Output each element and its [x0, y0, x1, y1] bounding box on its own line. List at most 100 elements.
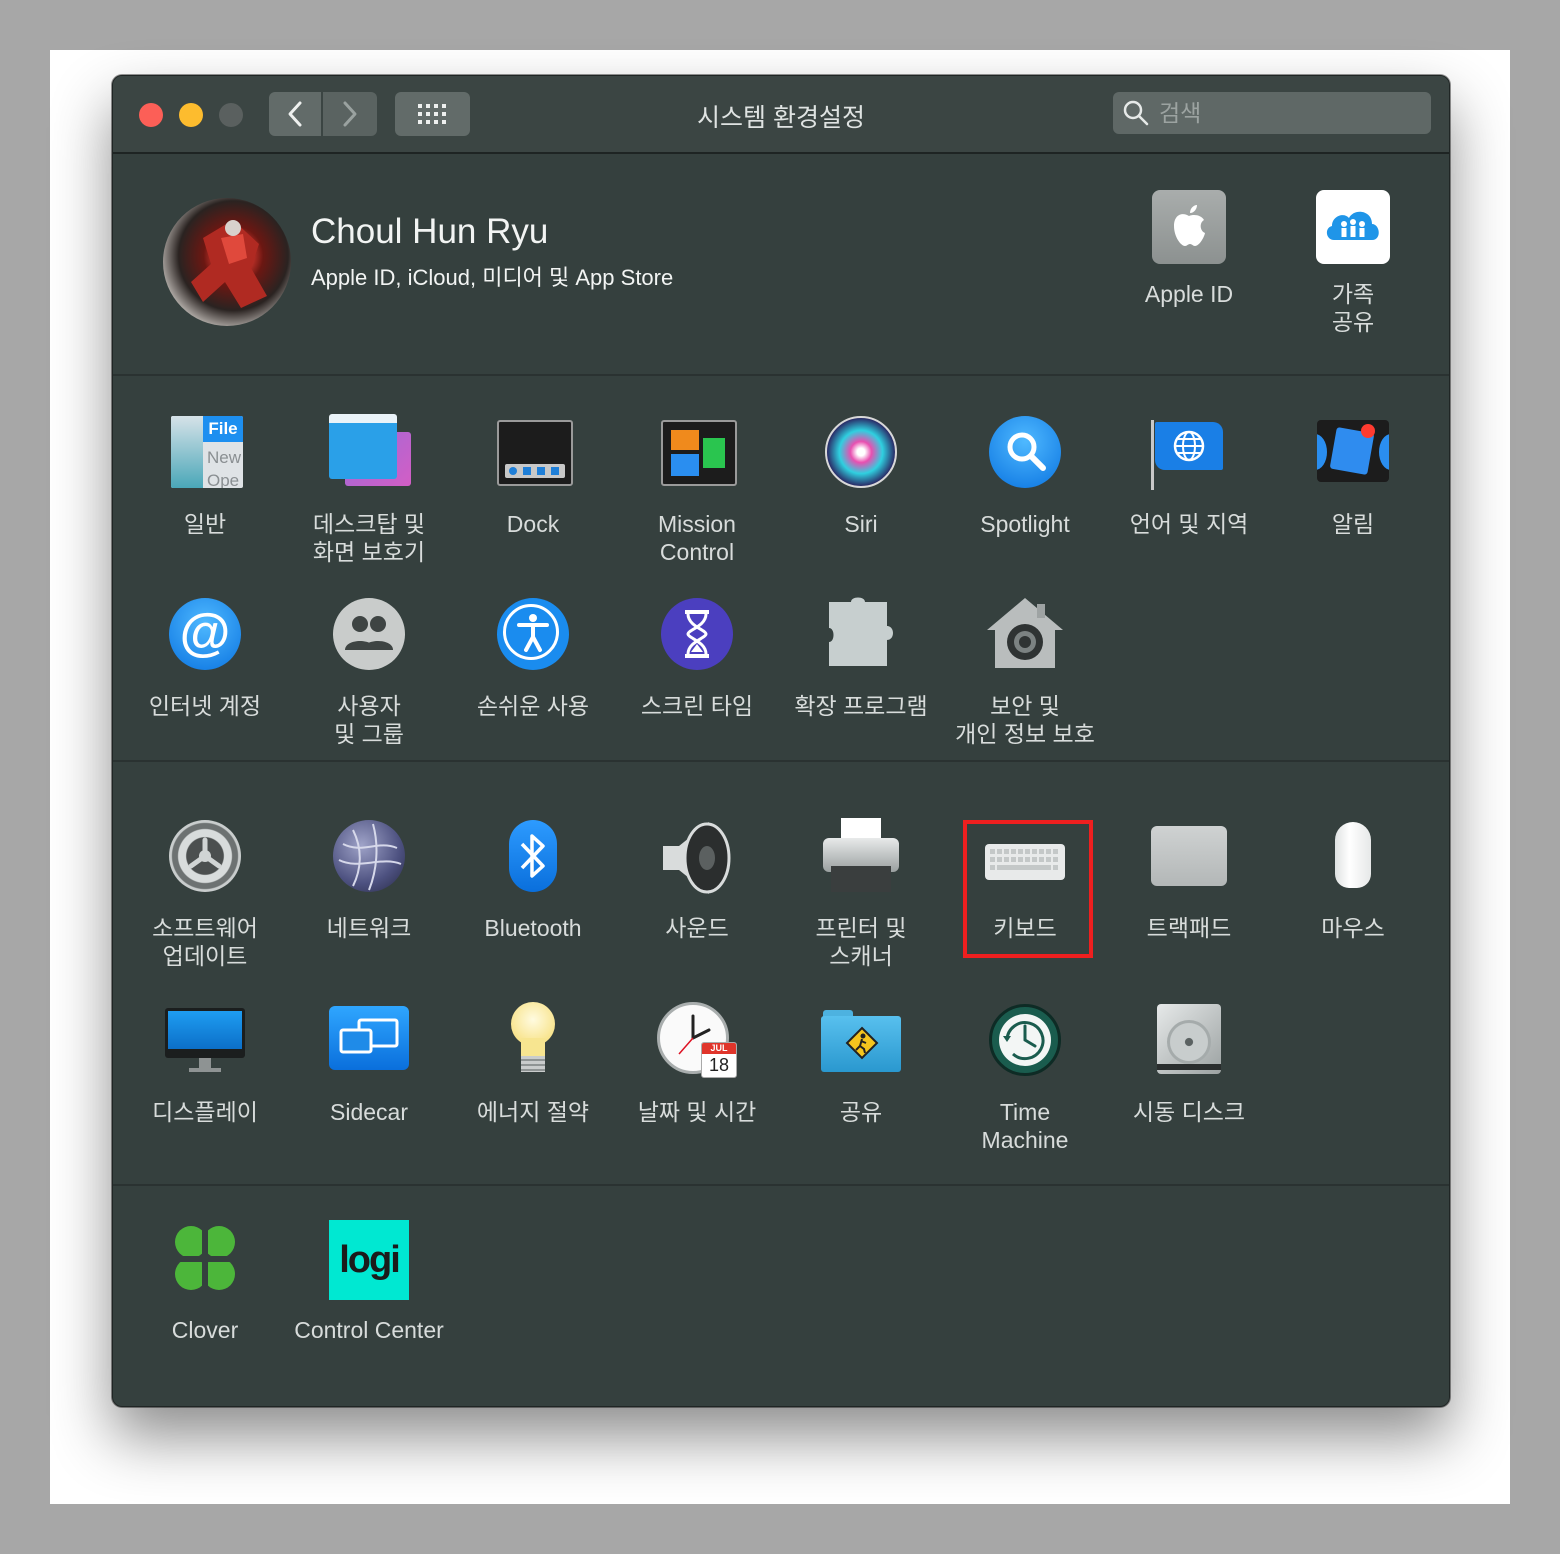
pane-label: 언어 및 지역 — [1129, 511, 1249, 537]
sidecar-icon — [329, 1002, 409, 1082]
keyboard-highlight-box — [963, 820, 1093, 958]
pane-label: Mission Control — [658, 511, 736, 565]
pane-label: Spotlight — [980, 511, 1070, 537]
pane-label: 에너지 절약 — [476, 1099, 590, 1125]
display-icon — [165, 1002, 245, 1082]
desktop-screensaver-icon — [329, 414, 411, 494]
pane-label: 손쉬운 사용 — [476, 693, 590, 719]
users-icon — [329, 596, 409, 676]
puzzle-piece-icon — [821, 596, 901, 676]
user-name: Choul Hun Ryu — [311, 212, 549, 251]
pane-dock[interactable]: Dock — [451, 414, 615, 538]
search-field[interactable] — [1113, 92, 1431, 134]
pane-label: 인터넷 계정 — [148, 693, 262, 719]
house-lock-icon — [985, 596, 1065, 676]
pane-internet-accounts[interactable]: @ 인터넷 계정 — [123, 596, 287, 720]
avatar-figure-icon — [191, 220, 267, 308]
spotlight-icon — [985, 414, 1065, 494]
pane-label: 사운드 — [665, 915, 729, 941]
pane-label: Apple ID — [1144, 281, 1234, 307]
hard-drive-icon — [1149, 1002, 1229, 1082]
gear-icon — [165, 818, 245, 898]
pane-apple-id[interactable]: Apple ID — [1107, 190, 1271, 308]
pane-screen-time[interactable]: 스크린 타임 — [615, 596, 779, 720]
pane-label: 시동 디스크 — [1132, 1099, 1246, 1125]
pane-startup-disk[interactable]: 시동 디스크 — [1107, 1002, 1271, 1126]
pane-trackpad[interactable]: 트랙패드 — [1107, 818, 1271, 942]
pane-family-sharing[interactable]: 가족 공유 — [1271, 190, 1435, 336]
user-subtitle: Apple ID, iCloud, 미디어 및 App Store — [311, 265, 674, 290]
pane-security-privacy[interactable]: 보안 및 개인 정보 보호 — [943, 596, 1107, 748]
trackpad-icon — [1149, 818, 1229, 898]
title-bar: 시스템 환경설정 — [113, 76, 1449, 154]
pane-siri[interactable]: Siri — [779, 414, 943, 538]
pane-extensions[interactable]: 확장 프로그램 — [779, 596, 943, 720]
section-divider — [113, 1184, 1449, 1186]
clock-calendar-icon: JUL 18 — [657, 1002, 737, 1082]
at-sign-icon: @ — [165, 596, 245, 676]
pane-label: Dock — [506, 511, 560, 537]
family-sharing-icon — [1316, 190, 1390, 264]
mouse-icon — [1313, 818, 1393, 898]
calendar-month: JUL — [702, 1043, 736, 1054]
pane-mission-control[interactable]: Mission Control — [615, 414, 779, 566]
pane-mouse[interactable]: 마우스 — [1271, 818, 1435, 942]
pane-printers-scanners[interactable]: 프린터 및 스캐너 — [779, 818, 943, 970]
pane-spotlight[interactable]: Spotlight — [943, 414, 1107, 538]
search-input[interactable] — [1157, 95, 1421, 131]
pane-label: 알림 — [1331, 511, 1375, 537]
account-section: Choul Hun Ryu Apple ID, iCloud, 미디어 및 Ap… — [113, 154, 1449, 376]
pane-label: Control Center — [294, 1317, 444, 1343]
bluetooth-icon — [493, 818, 573, 898]
pane-bluetooth[interactable]: Bluetooth — [451, 818, 615, 942]
pane-label: Clover — [171, 1317, 239, 1343]
pane-label: 확장 프로그램 — [794, 693, 928, 719]
pane-sharing[interactable]: 공유 — [779, 1002, 943, 1126]
pane-notifications[interactable]: 알림 — [1271, 414, 1435, 538]
pane-energy-saver[interactable]: 에너지 절약 — [451, 1002, 615, 1126]
mission-control-icon — [657, 414, 737, 494]
pane-label: 공유 — [839, 1099, 883, 1125]
lightbulb-icon — [493, 1002, 573, 1082]
pane-users-groups[interactable]: 사용자 및 그룹 — [287, 596, 451, 748]
logi-logo-icon: logi — [329, 1220, 409, 1300]
pane-label: 스크린 타임 — [640, 693, 754, 719]
file-menu-label: File — [203, 416, 243, 442]
pane-date-time[interactable]: JUL 18 날짜 및 시간 — [615, 1002, 779, 1126]
pane-label: 프린터 및 스캐너 — [815, 915, 907, 969]
pane-time-machine[interactable]: Time Machine — [943, 1002, 1107, 1154]
search-icon — [1123, 100, 1149, 126]
pane-label: Bluetooth — [484, 915, 582, 941]
printer-icon — [821, 818, 901, 898]
pane-label: 날짜 및 시간 — [637, 1099, 757, 1125]
calendar-day: 18 — [708, 1055, 730, 1075]
apple-logo-icon — [1152, 190, 1226, 264]
pane-language-region[interactable]: 언어 및 지역 — [1107, 414, 1271, 538]
pane-network[interactable]: 네트워크 — [287, 818, 451, 942]
pane-displays[interactable]: 디스플레이 — [123, 1002, 287, 1126]
pane-general[interactable]: File New Ope 일반 — [123, 414, 287, 538]
time-machine-icon — [985, 1002, 1065, 1082]
pane-label: 보안 및 개인 정보 보호 — [955, 693, 1095, 747]
network-globe-icon — [329, 818, 409, 898]
pane-sound[interactable]: 사운드 — [615, 818, 779, 942]
new-menu-label: New — [207, 448, 242, 467]
pane-sidecar[interactable]: Sidecar — [287, 1002, 451, 1126]
pane-label: 일반 — [183, 511, 227, 537]
pane-desktop-screensaver[interactable]: 데스크탑 및 화면 보호기 — [287, 414, 451, 566]
pane-label: 네트워크 — [326, 915, 412, 941]
pane-accessibility[interactable]: 손쉬운 사용 — [451, 596, 615, 720]
pane-software-update[interactable]: 소프트웨어 업데이트 — [123, 818, 287, 970]
pane-logi-control-center[interactable]: logi Control Center — [287, 1220, 451, 1344]
general-icon: File New Ope — [165, 414, 245, 494]
pane-label: 가족 공유 — [1331, 281, 1375, 335]
user-avatar[interactable] — [163, 198, 291, 326]
pane-label: 사용자 및 그룹 — [334, 693, 404, 747]
logi-logo-text: logi — [329, 1220, 409, 1300]
system-preferences-window: 시스템 환경설정 Choul Hun Ryu Apple ID, iCloud,… — [112, 75, 1450, 1407]
siri-icon — [821, 414, 901, 494]
clover-icon — [165, 1220, 245, 1300]
pane-label: 마우스 — [1321, 915, 1385, 941]
pane-label: 트랙패드 — [1146, 915, 1232, 941]
pane-clover[interactable]: Clover — [123, 1220, 287, 1344]
